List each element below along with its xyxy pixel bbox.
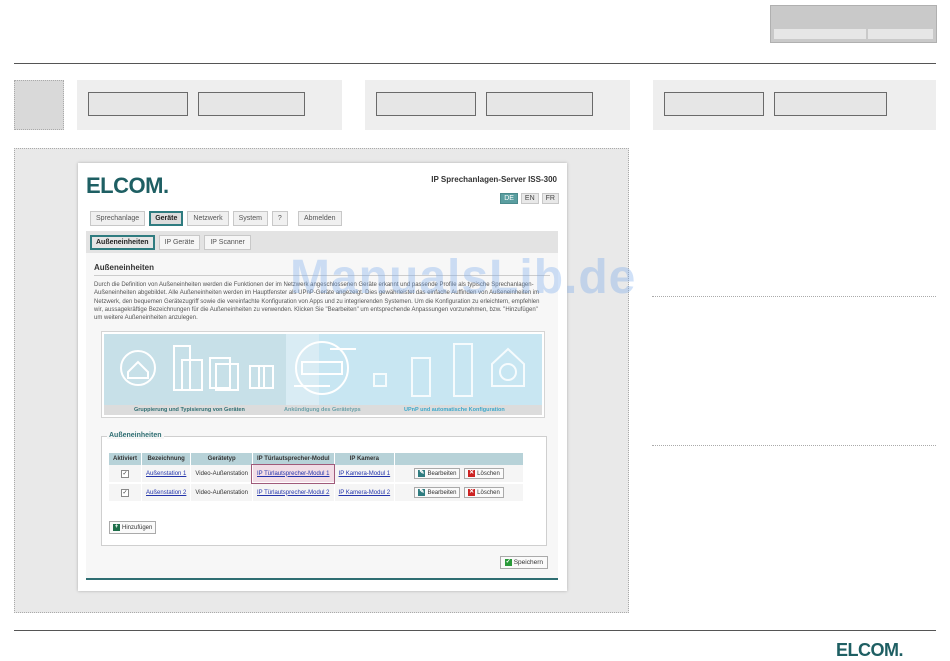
col-bezeichnung: Bezeichnung [141, 453, 192, 465]
device-name-link[interactable]: Außenstation 1 [146, 471, 186, 477]
panel-icon-4 [215, 363, 239, 391]
tab-system[interactable]: System [232, 211, 268, 226]
language-switcher: DE EN FR [500, 193, 559, 204]
devices-table: Aktiviert Bezeichnung Gerätetyp IP Türla… [109, 453, 525, 503]
panel-icon-2 [181, 359, 203, 391]
camera-module-icon [373, 373, 387, 387]
save-label: Speichern [513, 559, 543, 566]
device-type: Video-Außenstation [190, 483, 253, 503]
lang-de[interactable]: DE [500, 193, 518, 204]
house-shape-left [127, 360, 149, 379]
delete-label: Löschen [477, 470, 500, 477]
section-title: Außeneinheiten [94, 263, 155, 272]
speaker-module-link[interactable]: IP Türlautsprecher-Modul 1 [257, 471, 329, 477]
caption-upnp: UPnP und automatische Konfiguration [404, 407, 505, 413]
edit-label: Bearbeiten [427, 489, 457, 496]
panel-1 [77, 80, 342, 130]
logout-button[interactable]: Abmelden [298, 211, 342, 226]
divider-dotted [652, 445, 936, 446]
camera-module-link[interactable]: IP Kamera-Modul 1 [339, 471, 391, 477]
col-aktiviert: Aktiviert [109, 453, 143, 465]
add-label: Hinzufügen [122, 524, 153, 531]
col-geraetetyp: Gerätetyp [190, 453, 253, 465]
delete-button[interactable]: ✕ Löschen [464, 468, 504, 479]
caption-grouping: Gruppierung und Typisierung von Geräten [134, 407, 245, 413]
tab-sprechanlage[interactable]: Sprechanlage [90, 211, 146, 226]
edit-button[interactable]: ✎ Bearbeiten [414, 487, 461, 498]
edit-button[interactable]: ✎ Bearbeiten [414, 468, 461, 479]
col-ip-camera: IP Kamera [334, 453, 396, 465]
save-button[interactable]: ✓ Speichern [499, 556, 548, 569]
devices-fieldset: Außeneinheiten Aktiviert Bezeichnung Ger… [101, 432, 547, 546]
header-box [770, 5, 937, 43]
panel-icon-5 [249, 365, 265, 389]
placeholder-square [14, 80, 64, 130]
elcom-logo: ELCOM. [86, 173, 169, 198]
speaker-module-link[interactable]: IP Türlautsprecher-Modul 2 [257, 490, 329, 496]
tab-ip-scanner[interactable]: IP Scanner [204, 235, 251, 250]
device-name-link[interactable]: Außenstation 2 [146, 490, 186, 496]
tab-netzwerk[interactable]: Netzwerk [187, 211, 229, 226]
server-box [301, 361, 343, 375]
tab-aussenheiten[interactable]: Außeneinheiten [90, 235, 155, 250]
panel-1-button-a [88, 92, 188, 116]
panel-2-button-a [376, 92, 476, 116]
panel-3 [653, 80, 936, 130]
add-button[interactable]: + Hinzufügen [109, 521, 157, 534]
top-rule [14, 63, 936, 64]
edit-icon: ✎ [418, 470, 426, 477]
devices-legend: Außeneinheiten [107, 432, 164, 439]
device-type: Video-Außenstation [190, 465, 253, 484]
panel-3-button-b [774, 92, 887, 116]
camera-module-link[interactable]: IP Kamera-Modul 2 [339, 490, 391, 496]
caption-announcement: Ankündigung des Gerätetyps [284, 407, 361, 413]
product-title: IP Sprechanlagen-Server ISS-300 [431, 175, 557, 184]
outdoor-station-icon-2 [453, 343, 473, 397]
panel-3-button-a [664, 92, 764, 116]
panel-icon-6 [258, 365, 274, 389]
col-speaker-module: IP Türlautsprecher-Modul [252, 453, 335, 465]
tab-ip-geraete[interactable]: IP Geräte [158, 235, 201, 250]
col-actions [394, 453, 525, 465]
divider-dotted [652, 296, 936, 297]
main-nav: Sprechanlage Geräte Netzwerk System ? [90, 211, 288, 226]
panel-2-button-b [486, 92, 593, 116]
lang-fr[interactable]: FR [541, 193, 559, 204]
lang-en[interactable]: EN [520, 193, 539, 204]
edit-icon: ✎ [418, 489, 426, 496]
panel-1-button-b [198, 92, 305, 116]
delete-icon: ✕ [468, 470, 476, 477]
delete-label: Löschen [477, 489, 500, 496]
enabled-checkbox[interactable]: ✓ [121, 488, 129, 497]
edit-label: Bearbeiten [427, 470, 457, 477]
tab-geraete[interactable]: Geräte [149, 211, 184, 226]
illustration-graphic [120, 341, 525, 397]
house-icon-left [120, 350, 156, 386]
tab-help[interactable]: ? [271, 211, 288, 226]
outdoor-station-icon-1 [411, 357, 431, 397]
bottom-rule [14, 630, 936, 631]
sub-nav: Außeneinheiten IP Geräte IP Scanner [90, 235, 251, 250]
panel-2 [365, 80, 630, 130]
house-circle-right [499, 363, 517, 381]
delete-icon: ✕ [468, 489, 476, 496]
watermark: ManualsLib.de [290, 251, 637, 304]
illustration-captions: Gruppierung und Typisierung von Geräten … [104, 405, 542, 415]
arrows [294, 348, 356, 387]
panel-icon-3 [209, 357, 231, 389]
illustration: Gruppierung und Typisierung von Geräten … [101, 331, 545, 418]
enabled-checkbox[interactable]: ✓ [121, 469, 129, 478]
delete-button[interactable]: ✕ Löschen [464, 487, 504, 498]
checkmark-icon: ✓ [504, 559, 512, 566]
footer-logo: ELCOM. [836, 640, 904, 660]
table-row: ✓ Außenstation 2 Video-Außenstation IP T… [109, 483, 525, 503]
plus-icon: + [113, 524, 120, 531]
table-row: ✓ Außenstation 1 Video-Außenstation IP T… [109, 464, 525, 484]
device-web-ui: ELCOM. IP Sprechanlagen-Server ISS-300 D… [78, 163, 567, 591]
